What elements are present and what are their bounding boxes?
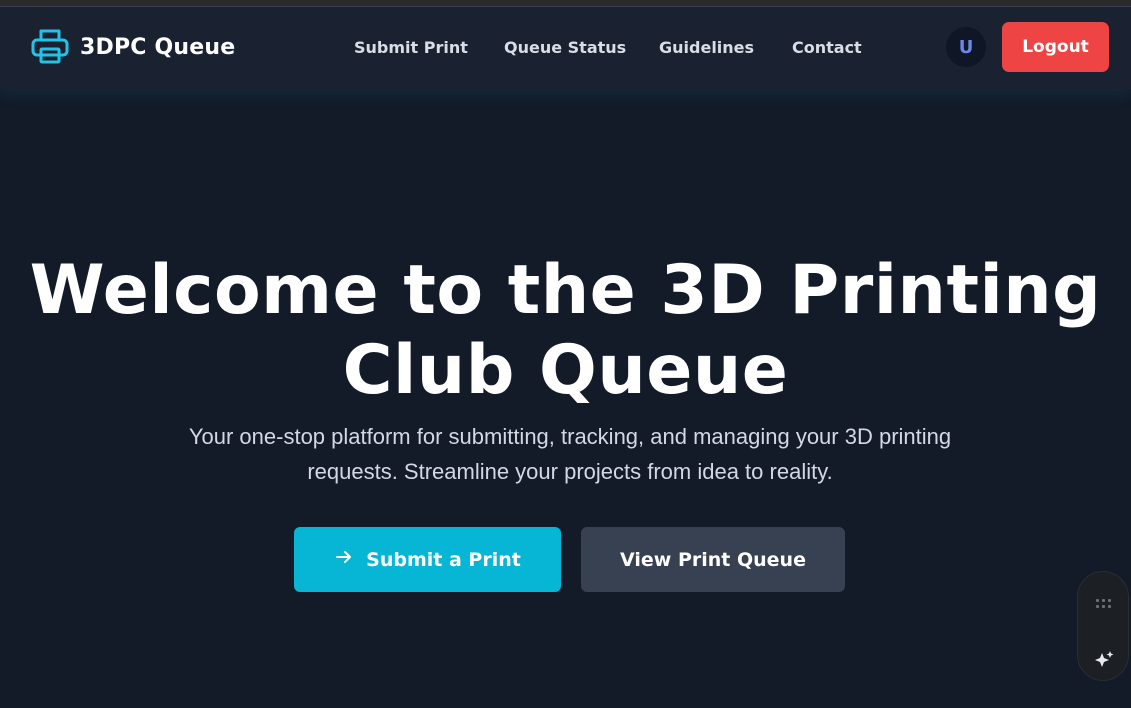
nav-link-submit-print[interactable]: Submit Print (354, 38, 468, 57)
hero-title-line-1: Welcome to the 3D Printing (29, 251, 1102, 330)
logout-button[interactable]: Logout (1002, 22, 1109, 72)
app-window: 3DPC Queue Submit Print Queue Status Gui… (0, 6, 1131, 708)
hero-title-line-2: Club Queue (342, 331, 789, 410)
brand-name: 3DPC Queue (80, 34, 236, 60)
nav-link-guidelines[interactable]: Guidelines (659, 38, 754, 57)
grid-dots-icon[interactable] (1092, 592, 1116, 616)
submit-print-label: Submit a Print (366, 548, 521, 571)
hero-subtitle: Your one-stop platform for submitting, t… (115, 419, 1025, 489)
printer-icon (30, 27, 70, 67)
brand-logo-link[interactable]: 3DPC Queue (30, 27, 235, 67)
arrow-right-icon (334, 547, 354, 572)
submit-print-button[interactable]: Submit a Print (294, 527, 561, 592)
nav-link-queue-status[interactable]: Queue Status (504, 38, 626, 57)
user-avatar[interactable]: U (946, 27, 986, 67)
hero-subtitle-line-2: requests. Streamline your projects from … (307, 459, 833, 484)
sparkle-icon[interactable] (1092, 648, 1116, 672)
view-print-queue-button[interactable]: View Print Queue (581, 527, 845, 592)
nav-link-contact[interactable]: Contact (792, 38, 862, 57)
hero-subtitle-line-1: Your one-stop platform for submitting, t… (188, 424, 952, 449)
hero-title: Welcome to the 3D Printing Club Queue (0, 251, 1131, 411)
navbar: 3DPC Queue Submit Print Queue Status Gui… (0, 7, 1131, 89)
floating-toolbar (1077, 571, 1129, 681)
